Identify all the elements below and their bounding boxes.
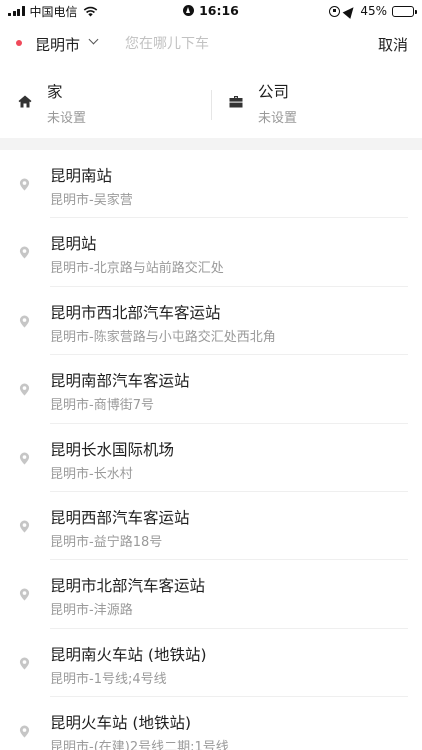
briefcase-icon — [229, 96, 243, 108]
battery-percent: 45% — [360, 4, 387, 18]
result-name: 昆明南火车站 (地铁站) — [50, 645, 207, 664]
result-address: 昆明市-北京路与站前路交汇处 — [50, 261, 224, 277]
result-item[interactable]: 昆明火车站 (地铁站) 昆明市-(在建)2号线二期;1号线 — [0, 697, 422, 750]
city-selector[interactable]: 昆明市 — [35, 34, 80, 55]
result-name: 昆明市西北部汽车客运站 — [50, 303, 221, 322]
result-item[interactable]: 昆明站昆明市-北京路与站前路交汇处 — [0, 218, 422, 287]
result-name: 昆明西部汽车客运站 — [50, 508, 190, 527]
result-name: 昆明南站 — [50, 167, 113, 185]
location-services-icon — [183, 5, 195, 16]
search-results-list: 昆明南站 昆明市-吴家营 昆明站 昆明市-北京路与站前路交汇处 昆明市西北部汽车客运站昆… — [0, 150, 422, 750]
location-pin-icon — [19, 588, 30, 601]
section-separator — [0, 138, 422, 150]
status-bar: 中国电信 16:16 45% — [0, 0, 422, 22]
saved-places: 家 未设置 公司 未设置 — [0, 66, 422, 138]
chevron-down-icon[interactable] — [88, 34, 99, 45]
result-address: 昆明市-益宁路18号 — [50, 534, 163, 550]
result-address: 昆明市-吴家营 — [50, 193, 133, 208]
location-pin-icon — [19, 246, 30, 259]
home-icon — [18, 95, 32, 108]
result-address: 昆明市-长水村 — [50, 466, 133, 482]
result-address: 昆明市-陈家营路与小屯路交汇处西北角 — [50, 329, 276, 345]
location-pin-icon — [19, 178, 30, 191]
result-item[interactable]: 昆明南站昆明市-吴家营 — [0, 150, 422, 219]
result-name: 昆明站 — [50, 235, 97, 254]
company-title: 公司 — [258, 83, 290, 101]
result-address: 昆明市-(在建)2号线二期;1号线 — [50, 740, 229, 750]
location-pin-icon — [19, 315, 30, 328]
time-label: 16:16 — [199, 3, 239, 18]
result-address: 昆明市-1号线;4号线 — [50, 671, 167, 687]
search-header: 昆明市 取消 — [0, 22, 422, 66]
result-item[interactable]: 昆明市北部汽车客运站 昆明市-沣源路 — [0, 560, 422, 629]
result-name: 昆明长水国际机场 — [50, 440, 175, 459]
result-name: 昆明火车站 (地铁站) — [50, 714, 192, 733]
result-item[interactable]: 昆明南火车站 (地铁站) 昆明市-1号线;4号线 — [0, 629, 422, 698]
result-item[interactable]: 昆明市西北部汽车客运站昆明市-陈家营路与小屯路交汇处西北角 — [0, 287, 422, 356]
result-item[interactable]: 昆明西部汽车客运站 昆明市-益宁路18号 — [0, 492, 422, 561]
home-shortcut[interactable]: 家 未设置 — [0, 66, 211, 138]
location-pin-icon — [19, 383, 30, 396]
home-subtitle: 未设置 — [47, 111, 87, 126]
home-title: 家 — [47, 83, 63, 101]
result-address: 昆明市-沣源路 — [50, 603, 133, 619]
result-item[interactable]: 昆明南部汽车客运站 昆明市-商博街7号 — [0, 355, 422, 424]
status-right: 45% — [329, 3, 417, 19]
result-item[interactable]: 昆明长水国际机场 昆明市-长水村 — [0, 424, 422, 492]
cancel-button[interactable]: 取消 — [378, 34, 408, 55]
location-pin-icon — [19, 452, 30, 465]
result-address: 昆明市-商博街7号 — [50, 398, 154, 414]
company-shortcut[interactable]: 公司 未设置 — [211, 66, 422, 138]
result-name: 昆明市北部汽车客运站 — [50, 577, 206, 596]
company-subtitle: 未设置 — [258, 111, 298, 126]
navigation-arrow-icon — [342, 3, 358, 19]
destination-search-input[interactable] — [125, 31, 345, 57]
location-pin-icon — [19, 657, 30, 670]
location-pin-icon — [19, 520, 30, 533]
result-name: 昆明南部汽车客运站 — [50, 372, 190, 391]
battery-icon — [392, 5, 417, 17]
city-dot-icon — [16, 40, 22, 46]
location-pin-icon — [19, 725, 30, 738]
rotation-lock-icon — [329, 5, 341, 17]
